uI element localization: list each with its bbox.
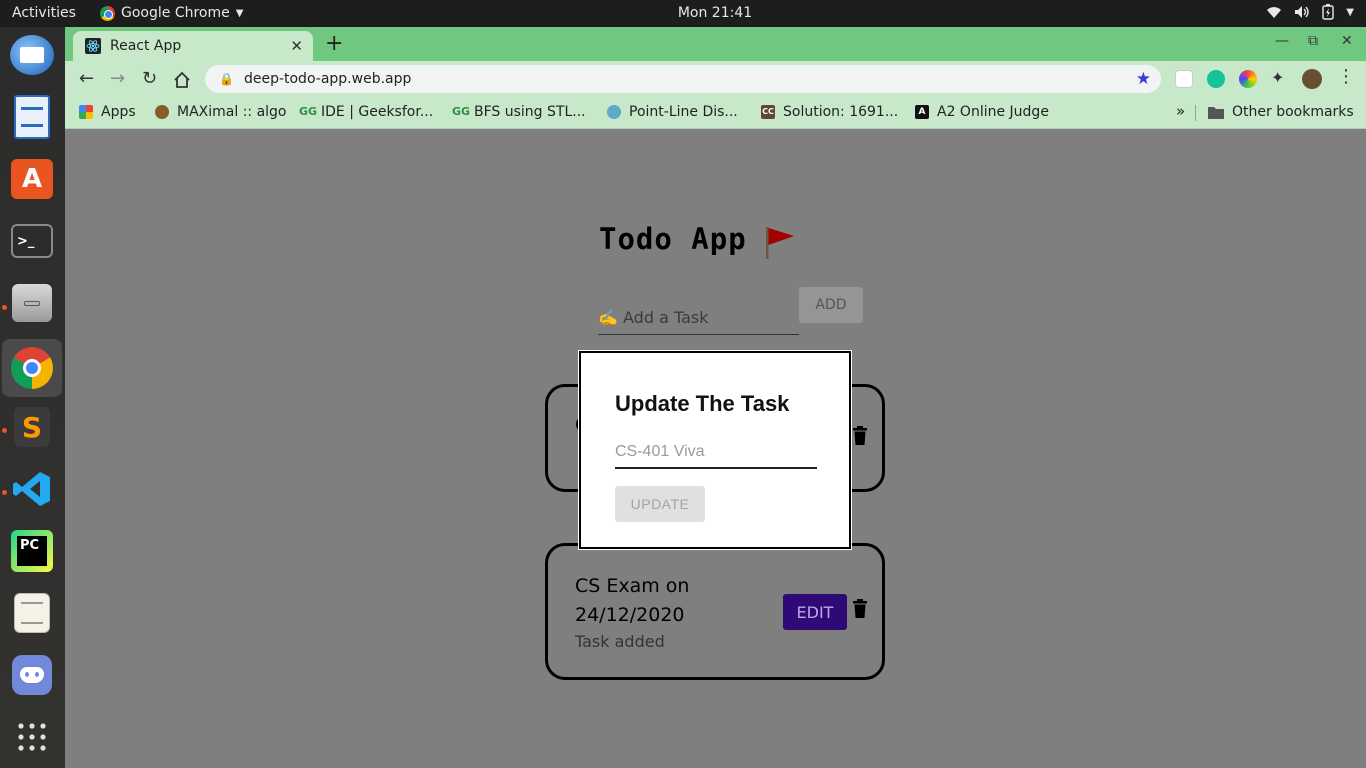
geeksforgeeks-favicon: GG — [452, 105, 471, 118]
dock-item-files[interactable] — [8, 279, 56, 327]
restore-icon[interactable]: ⧉ — [1308, 33, 1318, 49]
extensions-puzzle-icon[interactable]: ✦ — [1271, 68, 1289, 87]
other-bookmarks[interactable]: Other bookmarks — [1208, 104, 1354, 120]
vscode-icon — [13, 472, 50, 506]
home-icon[interactable] — [173, 71, 191, 89]
running-indicator — [2, 490, 7, 495]
update-button[interactable]: UPDATE — [615, 486, 705, 522]
sublime-text-icon: S — [14, 407, 50, 447]
dock-item-software[interactable]: A — [8, 155, 56, 203]
lock-icon: 🔒 — [219, 72, 234, 86]
address-bar[interactable]: 🔒 deep-todo-app.web.app ★ — [205, 65, 1161, 93]
bookmark-point-line[interactable]: Point-Line Dis... — [607, 104, 738, 120]
reload-icon[interactable]: ↻ — [142, 68, 157, 89]
react-icon — [85, 38, 101, 54]
new-tab-button[interactable]: + — [325, 31, 343, 56]
trash-icon[interactable] — [852, 426, 868, 445]
software-center-icon: A — [11, 159, 53, 199]
page-viewport: Todo App ✍️ Add a Task ADD C CS Exam on … — [65, 130, 1366, 768]
dock-item-pycharm[interactable]: PC — [8, 527, 56, 575]
show-apps-button[interactable] — [8, 713, 56, 761]
bookmarks-divider — [1195, 105, 1196, 121]
text-editor-icon — [14, 593, 50, 633]
thunderbird-icon — [10, 35, 54, 75]
a2oj-favicon: A — [915, 105, 929, 119]
bookmarks-bar: Apps MAXimal :: algo GG IDE | Geeksfor..… — [65, 97, 1366, 129]
edit-button[interactable]: EDIT — [783, 594, 847, 630]
grammarly-icon[interactable] — [1207, 70, 1225, 88]
bookmark-apps[interactable]: Apps — [79, 104, 136, 120]
show-apps-icon — [18, 723, 46, 751]
geeksforgeeks-favicon: GG — [299, 105, 318, 118]
wifi-icon — [1267, 7, 1282, 18]
task-status: Task added — [575, 632, 665, 651]
update-task-input[interactable]: CS-401 Viva — [615, 441, 817, 469]
modal-title: Update The Task — [615, 391, 790, 416]
dock-item-terminal[interactable]: >_ — [8, 217, 56, 265]
clock[interactable]: Mon 21:41 — [0, 5, 1366, 21]
bookmark-a2-online-judge[interactable]: A A2 Online Judge — [915, 104, 1049, 120]
dock-item-vscode[interactable] — [8, 465, 56, 513]
menu-kebab-icon[interactable]: ⋮ — [1337, 66, 1355, 87]
dock-item-sublime[interactable]: S — [8, 403, 56, 451]
url-text: deep-todo-app.web.app — [243, 71, 412, 87]
tab-strip: React App ✕ + — ⧉ ✕ — [65, 27, 1366, 61]
system-tray[interactable]: ▼ — [1266, 4, 1354, 20]
bookmarks-overflow-button[interactable]: » — [1176, 102, 1185, 120]
browser-toolbar: ← → ↻ 🔒 deep-todo-app.web.app ★ ✦ ⋮ — [65, 61, 1366, 97]
pycharm-icon: PC — [11, 530, 53, 572]
maximal-favicon — [155, 105, 169, 119]
extension-chart-icon[interactable] — [1175, 70, 1193, 88]
chrome-icon — [11, 347, 53, 389]
dock-item-chrome[interactable] — [2, 339, 62, 397]
battery-icon — [1322, 4, 1334, 20]
close-window-icon[interactable]: ✕ — [1341, 33, 1353, 49]
bookmark-solution[interactable]: CC Solution: 1691... — [761, 104, 898, 120]
bookmark-maximal[interactable]: MAXimal :: algo — [155, 104, 287, 120]
forward-icon[interactable]: → — [110, 68, 125, 89]
terminal-icon: >_ — [11, 224, 53, 258]
dock: A >_ S PC — [0, 27, 65, 768]
add-button[interactable]: ADD — [799, 287, 863, 323]
volume-icon — [1295, 6, 1309, 18]
task-text: CS Exam on 24/12/2020 — [575, 575, 690, 626]
apps-grid-icon — [79, 105, 93, 119]
folder-icon — [1208, 106, 1224, 119]
dock-item-discord[interactable] — [8, 651, 56, 699]
add-task-input[interactable]: ✍️ Add a Task — [598, 302, 799, 335]
extension-color-icon[interactable] — [1239, 70, 1257, 88]
bookmark-bfs-stl[interactable]: GG BFS using STL... — [452, 104, 586, 120]
running-indicator — [2, 428, 7, 433]
close-tab-icon[interactable]: ✕ — [290, 37, 303, 55]
discord-icon — [12, 655, 52, 695]
bookmark-geeksforgeeks-ide[interactable]: GG IDE | Geeksfor... — [299, 104, 433, 120]
minimize-icon[interactable]: — — [1275, 33, 1289, 49]
trash-icon[interactable] — [852, 599, 868, 618]
app-title: Todo App — [599, 222, 747, 256]
tab-react-app[interactable]: React App ✕ — [73, 31, 313, 61]
globe-favicon — [607, 105, 621, 119]
back-icon[interactable]: ← — [79, 68, 94, 89]
running-indicator — [2, 305, 7, 310]
dock-item-thunderbird[interactable] — [8, 31, 56, 79]
browser-window: React App ✕ + — ⧉ ✕ ← → ↻ 🔒 deep-todo-ap… — [65, 27, 1366, 768]
codechef-favicon: CC — [761, 105, 775, 119]
task-card: CS Exam on 24/12/2020 Task added EDIT — [545, 543, 885, 680]
triangular-flag-icon — [766, 227, 794, 259]
writer-icon — [14, 95, 50, 139]
profile-avatar[interactable] — [1302, 69, 1322, 89]
update-task-modal: Update The Task CS-401 Viva UPDATE — [579, 351, 851, 549]
files-icon — [12, 284, 52, 322]
bookmark-star-icon[interactable]: ★ — [1136, 69, 1151, 89]
tab-title: React App — [110, 38, 182, 54]
dock-item-text-editor[interactable] — [8, 589, 56, 637]
dock-item-writer[interactable] — [8, 93, 56, 141]
chevron-down-icon: ▼ — [1346, 6, 1354, 18]
system-top-bar: Activities Google Chrome ▼ Mon 21:41 ▼ — [0, 0, 1366, 27]
